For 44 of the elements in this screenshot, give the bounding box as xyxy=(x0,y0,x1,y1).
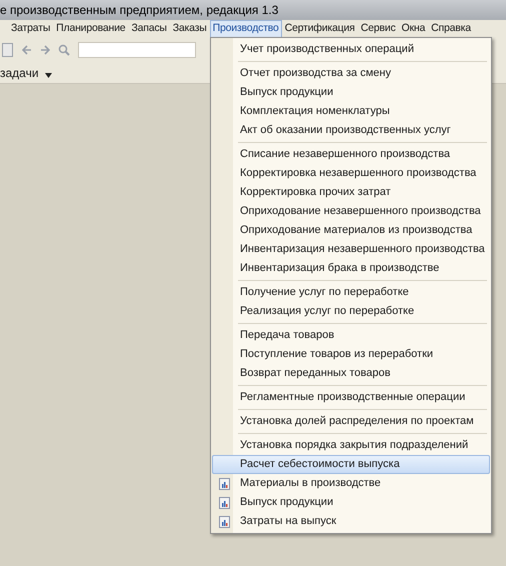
menu-entry[interactable]: Поступление товаров из переработки xyxy=(212,345,490,364)
menu-item[interactable]: Производство xyxy=(210,20,282,38)
menu-item[interactable]: Запасы xyxy=(128,20,170,38)
menu-entry[interactable]: Инвентаризация незавершенного производства xyxy=(212,240,490,259)
menu-entry[interactable]: Оприходование материалов из производства xyxy=(212,221,490,240)
back-arrow-icon[interactable] xyxy=(22,45,32,55)
menu-entry[interactable]: Списание незавершенного производства xyxy=(212,145,490,164)
menu-item[interactable]: Сервис xyxy=(358,20,399,38)
menu-entry[interactable]: Инвентаризация брака в производстве xyxy=(212,259,490,278)
menu-item[interactable]: Сертификация xyxy=(282,20,358,38)
menu-entry[interactable]: Комплектация номенклатуры xyxy=(212,102,490,121)
menu-entry[interactable]: Учет производственных операций xyxy=(212,40,490,59)
menu-entry[interactable]: Расчет себестоимости выпуска xyxy=(212,455,490,474)
window-title: е производственным предприятием, редакция 1.3 xyxy=(0,2,278,19)
menu-entry[interactable]: Отчет производства за смену xyxy=(212,64,490,83)
forward-arrow-icon[interactable] xyxy=(40,45,50,55)
menu-entry[interactable]: Выпуск продукции xyxy=(212,83,490,102)
menu-item[interactable]: Заказы xyxy=(170,20,210,38)
report-icon xyxy=(218,516,230,528)
caret-icon[interactable] xyxy=(44,73,52,78)
menu-item[interactable]: Затраты xyxy=(8,20,54,38)
menu-entry[interactable]: Оприходование незавершенного производства xyxy=(212,202,490,221)
menu-item[interactable]: Планирование xyxy=(53,20,128,38)
menu-entry[interactable]: Затраты на выпуск xyxy=(212,512,490,531)
tasks-label[interactable]: задачи xyxy=(0,64,39,82)
menu-entry[interactable]: Установка порядка закрытия подразделений xyxy=(212,436,490,455)
menu-entry[interactable]: Получение услуг по переработке xyxy=(212,283,490,302)
search-icon[interactable] xyxy=(58,44,70,56)
menu-entry[interactable]: Возврат переданных товаров xyxy=(212,364,490,383)
menu-entry[interactable]: Выпуск продукции xyxy=(212,493,490,512)
menu-entry[interactable]: Регламентные производственные операции xyxy=(212,388,490,407)
menu-entry[interactable]: Реализация услуг по переработке xyxy=(212,302,490,321)
menu-item[interactable]: Окна xyxy=(398,20,428,38)
document-icon[interactable] xyxy=(2,43,14,57)
menu-entry[interactable]: Корректировка незавершенного производства xyxy=(212,164,490,183)
menu-item[interactable]: Справка xyxy=(428,20,474,38)
menu-entry[interactable]: Передача товаров xyxy=(212,326,490,345)
report-icon xyxy=(218,496,230,508)
report-icon xyxy=(218,478,230,490)
menu-entry[interactable]: Установка долей распределения по проектам xyxy=(212,412,490,431)
menu-entry[interactable]: Материалы в производстве xyxy=(212,474,490,493)
menu-entry[interactable]: Корректировка прочих затрат xyxy=(212,183,490,202)
search-field[interactable] xyxy=(78,42,196,58)
menu-entry[interactable]: Акт об оказании производственных услуг xyxy=(212,121,490,140)
